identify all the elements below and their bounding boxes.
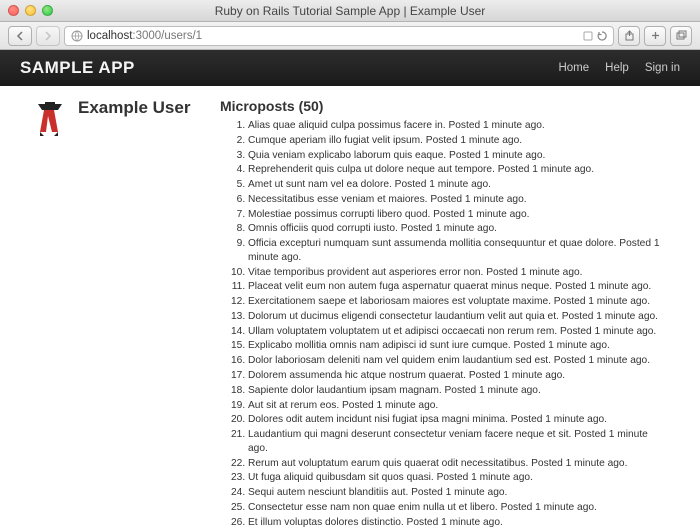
- micropost-item: Amet ut sunt nam vel ea dolore. Posted 1…: [248, 178, 670, 192]
- micropost-item: Ullam voluptatem voluptatem ut et adipis…: [248, 325, 670, 339]
- avatar-icon: [30, 98, 70, 138]
- user-name: Example User: [78, 98, 190, 529]
- micropost-item: Officia excepturi numquam sunt assumenda…: [248, 237, 670, 265]
- reload-icon[interactable]: [597, 31, 607, 41]
- share-icon: [624, 30, 635, 41]
- micropost-item: Molestiae possimus corrupti libero quod.…: [248, 208, 670, 222]
- micropost-item: Exercitationem saepe et laboriosam maior…: [248, 295, 670, 309]
- micropost-item: Et illum voluptas dolores distinctio. Po…: [248, 516, 670, 529]
- micropost-item: Quia veniam explicabo laborum quis eaque…: [248, 149, 670, 163]
- micropost-item: Dolorum ut ducimus eligendi consectetur …: [248, 310, 670, 324]
- micropost-item: Dolor laboriosam deleniti nam vel quidem…: [248, 354, 670, 368]
- micropost-item: Omnis officiis quod corrupti iusto. Post…: [248, 222, 670, 236]
- micropost-item: Ut fuga aliquid quibusdam sit quos quasi…: [248, 471, 670, 485]
- microposts-heading: Microposts (50): [220, 98, 670, 114]
- user-aside: Example User: [30, 98, 200, 529]
- tabs-button[interactable]: [670, 26, 692, 46]
- micropost-item: Alias quae aliquid culpa possimus facere…: [248, 119, 670, 133]
- nav-link-signin[interactable]: Sign in: [645, 62, 680, 74]
- address-host: localhost: [87, 30, 132, 42]
- minimize-icon[interactable]: [25, 5, 36, 16]
- browser-toolbar: localhost:3000/users/1: [0, 22, 700, 50]
- chevron-right-icon: [44, 31, 52, 41]
- globe-icon: [71, 30, 83, 42]
- micropost-item: Laudantium qui magni deserunt consectetu…: [248, 428, 670, 456]
- micropost-item: Placeat velit eum non autem fuga asperna…: [248, 280, 670, 294]
- microposts-section: Microposts (50) Alias quae aliquid culpa…: [220, 98, 670, 529]
- page-viewport: SAMPLE APP Home Help Sign in Example Use…: [0, 50, 700, 529]
- nav-links: Home Help Sign in: [558, 62, 680, 74]
- micropost-item: Vitae temporibus provident aut asperiore…: [248, 266, 670, 280]
- micropost-item: Cumque aperiam illo fugiat velit ipsum. …: [248, 134, 670, 148]
- nav-link-home[interactable]: Home: [558, 62, 589, 74]
- brand[interactable]: SAMPLE APP: [20, 58, 135, 78]
- address-path: :3000/users/1: [132, 30, 202, 42]
- micropost-item: Consectetur esse nam non quae enim nulla…: [248, 501, 670, 515]
- micropost-item: Sapiente dolor laudantium ipsam magnam. …: [248, 384, 670, 398]
- micropost-item: Reprehenderit quis culpa ut dolore neque…: [248, 163, 670, 177]
- share-button[interactable]: [618, 26, 640, 46]
- reader-icon[interactable]: [583, 31, 593, 41]
- zoom-icon[interactable]: [42, 5, 53, 16]
- avatar: [30, 98, 70, 138]
- micropost-item: Aut sit at rerum eos. Posted 1 minute ag…: [248, 399, 670, 413]
- container: Example User Microposts (50) Alias quae …: [30, 86, 670, 529]
- chevron-left-icon: [16, 31, 24, 41]
- micropost-item: Necessitatibus esse veniam et maiores. P…: [248, 193, 670, 207]
- plus-icon: [650, 30, 661, 41]
- micropost-item: Dolorem assumenda hic atque nostrum quae…: [248, 369, 670, 383]
- app-navbar: SAMPLE APP Home Help Sign in: [0, 50, 700, 86]
- micropost-item: Dolores odit autem incidunt nisi fugiat …: [248, 413, 670, 427]
- micropost-item: Rerum aut voluptatum earum quis quaerat …: [248, 457, 670, 471]
- micropost-item: Sequi autem nesciunt blanditiis aut. Pos…: [248, 486, 670, 500]
- micropost-item: Explicabo mollitia omnis nam adipisci id…: [248, 339, 670, 353]
- tabs-icon: [676, 30, 687, 41]
- close-icon[interactable]: [8, 5, 19, 16]
- window-title: Ruby on Rails Tutorial Sample App | Exam…: [215, 4, 486, 18]
- microposts-list: Alias quae aliquid culpa possimus facere…: [220, 119, 670, 529]
- address-bar[interactable]: localhost:3000/users/1: [64, 26, 614, 46]
- add-button[interactable]: [644, 26, 666, 46]
- window-titlebar: Ruby on Rails Tutorial Sample App | Exam…: [0, 0, 700, 22]
- forward-button[interactable]: [36, 26, 60, 46]
- nav-link-help[interactable]: Help: [605, 62, 629, 74]
- back-button[interactable]: [8, 26, 32, 46]
- traffic-lights: [8, 5, 53, 16]
